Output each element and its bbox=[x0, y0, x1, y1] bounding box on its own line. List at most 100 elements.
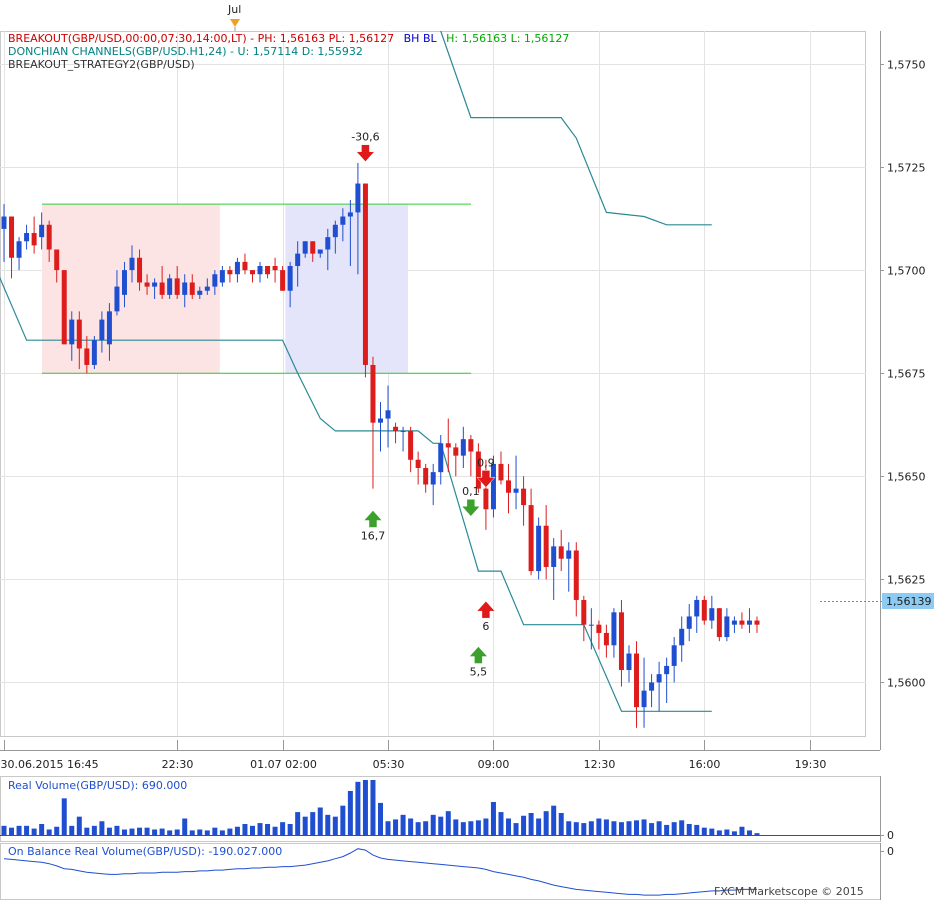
obv-panel-title: On Balance Real Volume(GBP/USD): -190.02… bbox=[8, 845, 283, 858]
x-tick-label: 01.07 02:00 bbox=[250, 758, 317, 771]
donchian-upper bbox=[440, 30, 712, 226]
candle-body bbox=[204, 286, 210, 291]
volume-bar bbox=[626, 821, 632, 835]
volume-bar bbox=[701, 827, 707, 835]
candle-body bbox=[174, 278, 180, 295]
current-price-label: 1,56139 bbox=[886, 595, 932, 608]
volume-bar bbox=[159, 828, 165, 835]
sell-arrow-icon bbox=[355, 144, 376, 163]
volume-bar bbox=[415, 822, 421, 835]
volume-bar bbox=[739, 826, 745, 835]
x-tick-label: 19:30 bbox=[795, 758, 827, 771]
candle-body bbox=[76, 319, 82, 349]
candle-body bbox=[701, 599, 707, 621]
candle-body bbox=[558, 546, 564, 559]
volume-bar bbox=[393, 819, 399, 835]
trade-pnl-label: 6 bbox=[482, 620, 489, 633]
y-tick-label: 1,5650 bbox=[887, 471, 926, 484]
candle-body bbox=[716, 608, 722, 638]
volume-bar bbox=[99, 821, 105, 835]
candle-body bbox=[664, 665, 670, 675]
volume-bar bbox=[370, 780, 376, 835]
candle-body bbox=[679, 628, 685, 646]
candle-body bbox=[506, 480, 512, 493]
candle-body bbox=[91, 340, 97, 365]
y-tick-label: 1,5700 bbox=[887, 265, 926, 278]
candle-body bbox=[626, 653, 632, 671]
candle-body bbox=[16, 241, 22, 258]
candle-body bbox=[340, 216, 346, 225]
volume-bar bbox=[716, 830, 722, 835]
chart-canvas[interactable]: -30,6 16,7 0,9 0,1 5,5 6 1,5600 1,5625 1,5650 1,… bbox=[0, 0, 942, 900]
candle-body bbox=[370, 364, 376, 423]
candle-body bbox=[618, 612, 624, 671]
candle-body bbox=[483, 488, 489, 510]
volume-bar bbox=[106, 827, 112, 835]
candle-body bbox=[46, 224, 52, 250]
candle-body bbox=[167, 278, 173, 295]
candle-body bbox=[543, 525, 549, 567]
volume-bar bbox=[332, 816, 338, 835]
volume-bar bbox=[129, 828, 135, 835]
x-tick-label: 05:30 bbox=[373, 758, 405, 771]
candle-body bbox=[54, 249, 60, 271]
candle-body bbox=[362, 183, 368, 365]
trade-pnl-label: -30,6 bbox=[351, 131, 379, 144]
buy-arrow-icon bbox=[468, 646, 488, 664]
volume-bar bbox=[257, 823, 263, 835]
candle-body bbox=[468, 439, 474, 452]
candle-body bbox=[724, 616, 730, 638]
volume-bar bbox=[664, 824, 670, 835]
candle-body bbox=[295, 253, 301, 266]
volume-bar bbox=[1, 825, 7, 835]
volume-bar bbox=[167, 830, 173, 835]
candle-body bbox=[31, 233, 37, 246]
candle-body bbox=[265, 266, 271, 275]
volume-bar bbox=[121, 829, 127, 835]
volume-bar bbox=[408, 818, 414, 835]
volume-bar bbox=[227, 828, 233, 835]
candle-body bbox=[430, 472, 436, 485]
volume-bar bbox=[69, 825, 75, 835]
volume-bar bbox=[686, 824, 692, 835]
volume-bar bbox=[46, 829, 52, 835]
volume-bar bbox=[385, 821, 391, 835]
volume-bar bbox=[287, 824, 293, 835]
candle-body bbox=[137, 257, 143, 283]
candle-body bbox=[317, 249, 323, 254]
volume-bar bbox=[54, 826, 60, 835]
volume-bar bbox=[543, 811, 549, 835]
candle-body bbox=[656, 674, 662, 683]
legend-breakout-hl: H: 1,56163 L: 1,56127 bbox=[446, 32, 570, 45]
buy-arrow-icon bbox=[363, 510, 383, 528]
volume-bar bbox=[182, 818, 188, 835]
candle-body bbox=[234, 261, 240, 275]
top-marker-label: Jul bbox=[227, 3, 241, 16]
volume-bar bbox=[671, 822, 677, 835]
trade-pnl-label: 16,7 bbox=[361, 529, 386, 542]
candle-body bbox=[588, 624, 594, 626]
volume-bar bbox=[611, 821, 617, 835]
volume-bar bbox=[566, 821, 572, 835]
candle-body bbox=[385, 410, 391, 419]
candle-body bbox=[453, 447, 459, 456]
watermark: FXCM Marketscope © 2015 bbox=[714, 885, 864, 898]
candle-body bbox=[302, 241, 308, 254]
volume-bar bbox=[325, 814, 331, 835]
trade-pnl-label: 0,1 bbox=[462, 485, 480, 498]
candle-body bbox=[445, 443, 451, 448]
volume-bar bbox=[265, 824, 271, 835]
volume-bar bbox=[521, 815, 527, 835]
volume-bar bbox=[468, 821, 474, 835]
candle-body bbox=[39, 224, 45, 238]
volume-bar bbox=[596, 818, 602, 835]
candle-body bbox=[551, 546, 557, 567]
volume-bar bbox=[137, 827, 143, 835]
y-tick-label: 1,5600 bbox=[887, 677, 926, 690]
candle-body bbox=[219, 270, 225, 283]
breakout-boxes bbox=[42, 203, 472, 374]
volume-bar bbox=[528, 813, 534, 835]
volume-bar bbox=[340, 805, 346, 835]
volume-bar bbox=[114, 825, 120, 835]
candle-body bbox=[99, 319, 105, 341]
